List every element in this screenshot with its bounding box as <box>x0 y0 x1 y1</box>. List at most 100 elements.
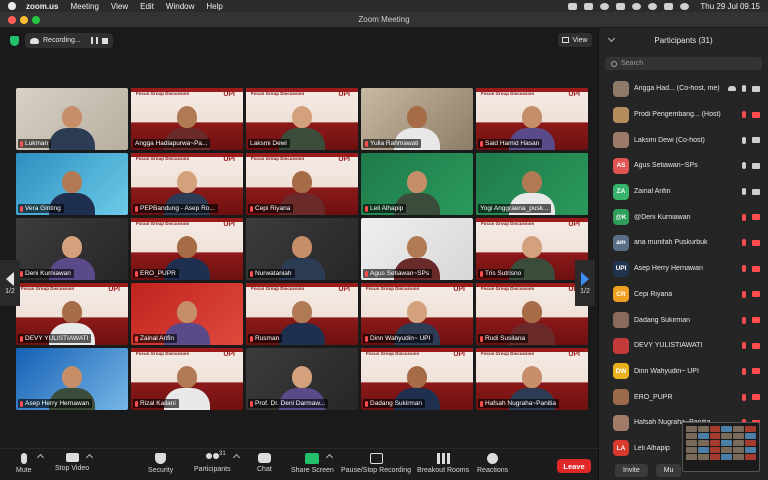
video-tile[interactable]: Nurwataniah <box>246 218 358 280</box>
video-tile[interactable]: Focus Group Discussion UPI Laksmi Dewi <box>246 88 358 150</box>
search-icon[interactable] <box>648 2 658 10</box>
wifi-icon[interactable] <box>632 2 642 10</box>
video-tile[interactable]: Focus Group Discussion UPI Cepi Riyana <box>246 153 358 215</box>
mic-muted-icon[interactable] <box>742 239 746 247</box>
mic-muted-icon[interactable] <box>742 342 746 350</box>
participants-options-caret[interactable] <box>232 453 241 462</box>
view-button[interactable]: View <box>558 33 592 47</box>
video-tile[interactable]: Focus Group Discussion UPI Tris Sutrisno <box>476 218 588 280</box>
menu-edit[interactable]: Edit <box>140 2 154 11</box>
mic-icon[interactable] <box>742 188 746 196</box>
reactions-button[interactable]: Reactions <box>477 453 508 474</box>
participant-search-input[interactable]: Search <box>605 57 762 70</box>
siri-icon[interactable] <box>680 2 690 10</box>
video-icon[interactable] <box>752 188 760 195</box>
video-off-icon[interactable] <box>752 342 760 349</box>
participant-row[interactable]: Laksmi Dewi (Co-host) <box>599 127 768 153</box>
participant-row[interactable]: ZA Zainal Arifin <box>599 179 768 205</box>
breakout-rooms-button[interactable]: Breakout Rooms <box>417 453 469 474</box>
video-status-icon[interactable] <box>584 2 594 10</box>
participant-row[interactable]: Dadang Sukirman <box>599 307 768 333</box>
apple-icon[interactable] <box>8 2 16 10</box>
participant-row[interactable]: ERO_PUPR <box>599 384 768 410</box>
mic-muted-icon[interactable] <box>742 111 746 119</box>
participant-row[interactable]: CR Cepi Riyana <box>599 282 768 308</box>
mic-icon[interactable] <box>742 136 746 144</box>
video-icon[interactable] <box>752 162 760 169</box>
stop-video-button[interactable]: Stop Video <box>55 453 89 472</box>
video-tile[interactable]: Agus Setiawan~SPs <box>361 218 473 280</box>
video-tile[interactable]: Prof. Dr. Deni Darmaw... <box>246 348 358 410</box>
video-tile[interactable]: Focus Group Discussion UPI Angga Hadiapurw… <box>131 88 243 150</box>
chat-button[interactable]: Chat <box>257 453 272 473</box>
battery-icon[interactable] <box>616 2 626 10</box>
minimize-window-button[interactable] <box>20 15 28 24</box>
participant-row[interactable]: am ana munifah Puskurbuk <box>599 230 768 256</box>
video-icon[interactable] <box>752 85 760 92</box>
video-tile[interactable]: Asep Herry Hernawan <box>16 348 128 410</box>
menu-window[interactable]: Window <box>166 2 194 11</box>
mic-muted-icon[interactable] <box>742 316 746 324</box>
audio-options-caret[interactable] <box>36 453 45 462</box>
video-tile[interactable]: Vera Ginting <box>16 153 128 215</box>
close-window-button[interactable] <box>8 15 16 24</box>
leave-button[interactable]: Leave <box>557 459 591 473</box>
pause-recording-button[interactable] <box>90 37 98 44</box>
participant-row[interactable]: Prodi Pengembang... (Host) <box>599 102 768 128</box>
participant-row[interactable]: @K @Deni Kurniawan <box>599 204 768 230</box>
participant-row[interactable]: DW Dinn Wahyudin~ UPI <box>599 359 768 385</box>
video-off-icon[interactable] <box>752 265 760 272</box>
cloud-icon[interactable] <box>600 2 610 10</box>
participant-row[interactable]: UPI Asep Herry Hernawan <box>599 256 768 282</box>
next-page-button[interactable]: 1/2 <box>575 260 595 306</box>
zoom-status-icon[interactable] <box>568 2 578 10</box>
menu-help[interactable]: Help <box>206 2 222 11</box>
video-tile[interactable]: Lukman <box>16 88 128 150</box>
menu-meeting[interactable]: Meeting <box>70 2 98 11</box>
video-off-icon[interactable] <box>752 239 760 246</box>
mic-muted-icon[interactable] <box>742 290 746 298</box>
video-tile[interactable]: Focus Group Discussion UPI Hafsah Nugraha~… <box>476 348 588 410</box>
video-tile[interactable]: Focus Group DiscussionUPIRudi Susilana <box>476 283 588 345</box>
video-tile[interactable]: Focus Group Discussion UPI Rizal Kailani <box>131 348 243 410</box>
participant-row[interactable]: DEVY YULISTIAWATI <box>599 333 768 359</box>
video-tile[interactable]: Focus Group Discussion UPI Dinn Wahyudin~ … <box>361 283 473 345</box>
control-center-icon[interactable] <box>664 2 674 10</box>
menubar-clock[interactable]: Thu 29 Jul 09.15 <box>700 2 760 11</box>
mic-muted-icon[interactable] <box>742 265 746 273</box>
participant-row[interactable]: Angga Had... (Co-host, me) <box>599 76 768 102</box>
video-off-icon[interactable] <box>752 214 760 221</box>
previous-page-button[interactable]: 1/2 <box>0 260 20 306</box>
fullscreen-window-button[interactable] <box>32 15 40 24</box>
video-tile[interactable]: Focus Group Discussion UPI ERO_PUPR <box>131 218 243 280</box>
video-tile[interactable]: Focus Group Discussion UPI Rusman <box>246 283 358 345</box>
video-tile[interactable]: Yulia Rahmawati <box>361 88 473 150</box>
video-tile[interactable]: Zainal Arifin <box>131 283 243 345</box>
self-view-thumbnail[interactable] <box>682 422 760 472</box>
mute-button[interactable]: Mute <box>16 453 32 474</box>
pause-stop-recording-button[interactable]: Pause/Stop Recording <box>341 453 411 474</box>
video-tile[interactable]: Focus Group Discussion UPI DEVY YULISTIAWA… <box>16 283 128 345</box>
participant-row[interactable]: AS Agus Setiawan~SPs <box>599 153 768 179</box>
video-icon[interactable] <box>752 137 760 144</box>
mic-icon[interactable] <box>742 85 746 93</box>
video-off-icon[interactable] <box>752 317 760 324</box>
mic-icon[interactable] <box>742 162 746 170</box>
encryption-shield-icon[interactable] <box>10 36 19 46</box>
invite-button[interactable]: Invite <box>615 463 648 477</box>
mute-all-button[interactable]: Mu <box>655 463 682 477</box>
mic-muted-icon[interactable] <box>742 213 746 221</box>
video-off-icon[interactable] <box>752 291 760 298</box>
video-tile[interactable]: Focus Group Discussion UPI PEPBandung - As… <box>131 153 243 215</box>
video-tile[interactable]: Deni Kurniawan <box>16 218 128 280</box>
video-tile[interactable]: Focus Group Discussion UPI Said Hamid Hasa… <box>476 88 588 150</box>
mic-muted-icon[interactable] <box>742 393 746 401</box>
video-tile[interactable]: Yogi Anggraena_pusk... <box>476 153 588 215</box>
menu-app-name[interactable]: zoom.us <box>26 2 58 11</box>
video-off-icon[interactable] <box>752 368 760 375</box>
security-button[interactable]: Security <box>148 453 173 474</box>
stop-recording-button[interactable] <box>101 37 108 44</box>
mic-muted-icon[interactable] <box>742 367 746 375</box>
menu-view[interactable]: View <box>111 2 128 11</box>
video-tile[interactable]: Leli Alhapip <box>361 153 473 215</box>
